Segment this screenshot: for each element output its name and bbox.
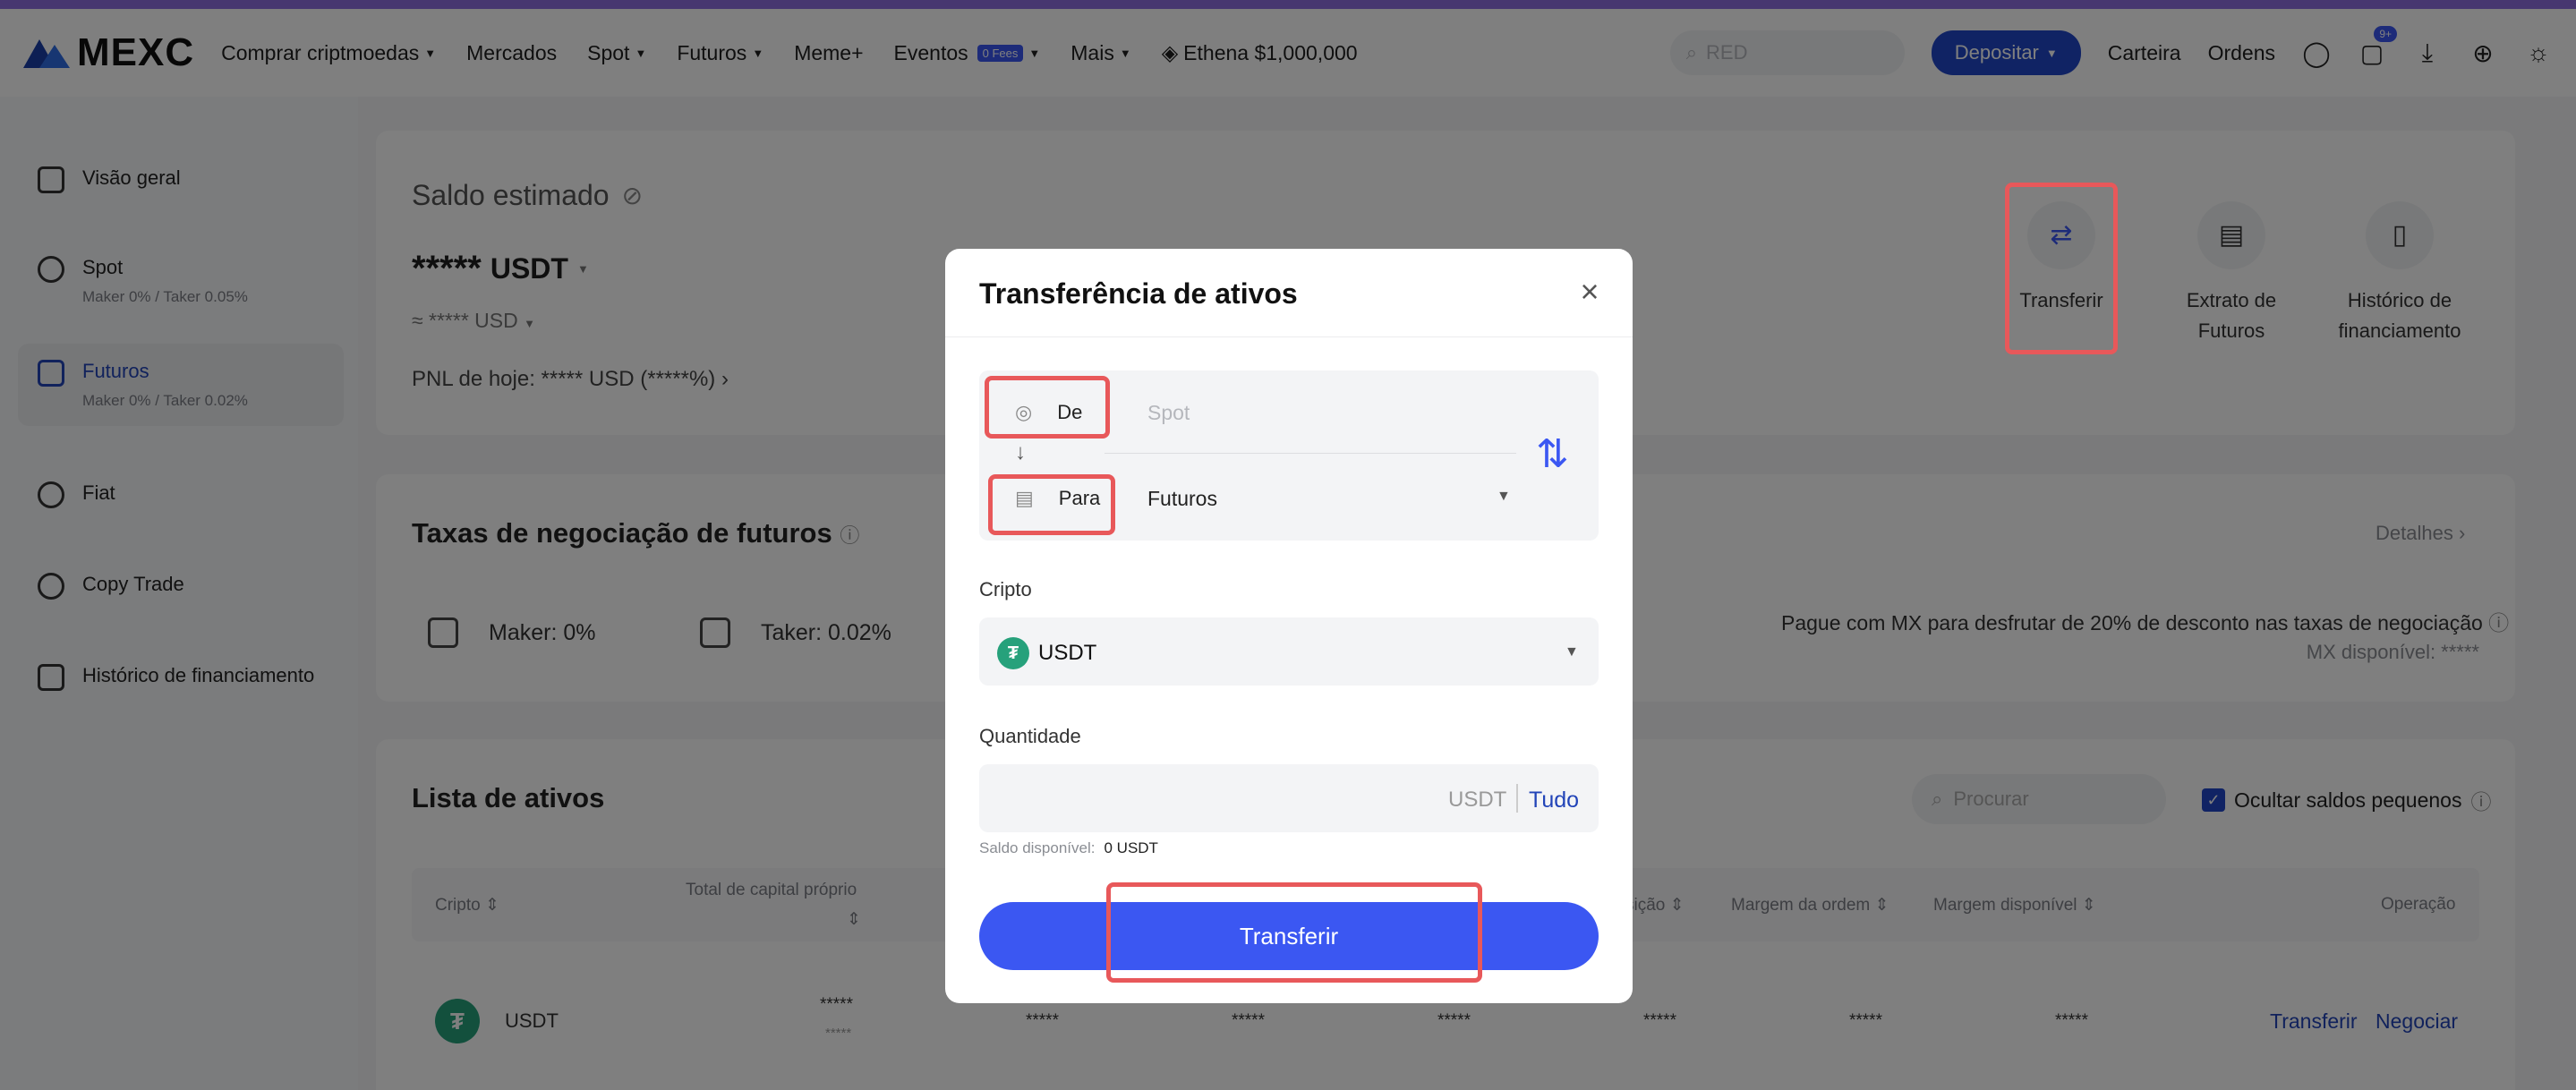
crypto-value: USDT bbox=[1038, 641, 1097, 665]
amount-input[interactable]: USDT Tudo bbox=[979, 764, 1599, 832]
amount-separator bbox=[1516, 784, 1518, 813]
route-divider bbox=[1105, 453, 1516, 454]
highlight-to-label bbox=[988, 474, 1115, 535]
available-balance: Saldo disponível: 0 USDT bbox=[979, 839, 1158, 856]
modal-title: Transferência de ativos bbox=[979, 277, 1298, 310]
chevron-down-icon[interactable]: ▼ bbox=[1497, 489, 1511, 505]
chevron-down-icon: ▼ bbox=[1565, 644, 1579, 660]
modal-divider bbox=[945, 336, 1633, 337]
usdt-coin-icon: ₮ bbox=[997, 637, 1029, 669]
crypto-select[interactable]: ₮ USDT ▼ bbox=[979, 617, 1599, 686]
max-all-button[interactable]: Tudo bbox=[1529, 788, 1579, 813]
swap-icon[interactable]: ⇅ bbox=[1536, 431, 1569, 477]
to-value: Futuros bbox=[1147, 486, 1217, 510]
highlight-from-label bbox=[985, 376, 1110, 439]
amount-unit: USDT bbox=[1448, 788, 1507, 812]
highlight-transfer-button bbox=[1106, 882, 1482, 983]
arrow-down-icon: ↓ bbox=[1015, 440, 1026, 464]
from-value: Spot bbox=[1147, 400, 1190, 424]
close-icon[interactable]: × bbox=[1575, 276, 1604, 308]
crypto-label: Cripto bbox=[979, 578, 1032, 600]
amount-label: Quantidade bbox=[979, 725, 1081, 747]
highlight-transfer-action bbox=[2005, 183, 2118, 354]
